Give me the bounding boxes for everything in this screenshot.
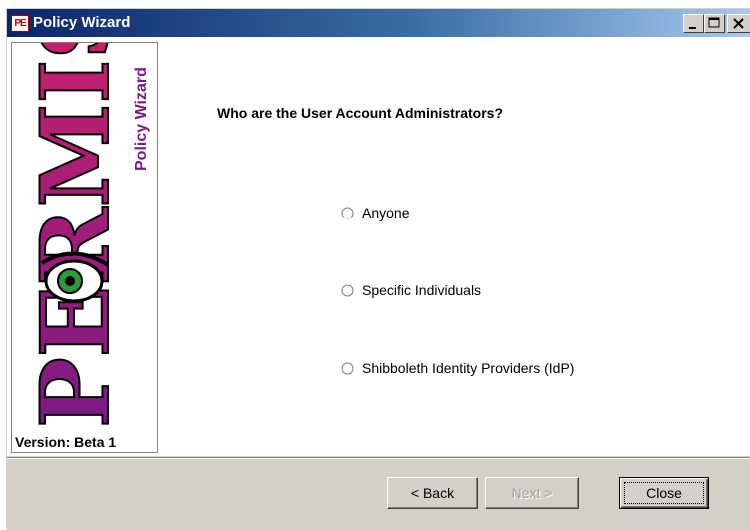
brand-text: PERMIS: [21, 43, 131, 428]
next-button-label: Next >: [511, 485, 553, 501]
option-specific-individuals[interactable]: Specific Individuals: [341, 280, 481, 300]
button-bar: < Back Next > Close: [7, 457, 750, 530]
close-icon: [733, 18, 744, 29]
option-label[interactable]: Shibboleth Identity Providers (IdP): [362, 360, 574, 376]
wizard-content: PERMIS Policy Wizard Version: Beta 1 Who…: [7, 37, 750, 456]
close-window-button[interactable]: [727, 14, 750, 33]
app-icon: PE: [11, 15, 29, 32]
window-title: Policy Wizard: [33, 14, 131, 31]
back-button[interactable]: < Back: [387, 477, 478, 509]
version-label: Version: Beta 1: [15, 434, 117, 450]
option-label[interactable]: Specific Individuals: [362, 282, 481, 298]
option-anyone[interactable]: Anyone: [341, 203, 409, 223]
title-bar[interactable]: PE Policy Wizard: [7, 9, 750, 37]
policy-wizard-window: PE Policy Wizard PERMIS Policy Wizard Ve…: [6, 8, 750, 530]
logo-subtitle: Policy Wizard: [133, 67, 150, 171]
permis-logo-panel: PERMIS Policy Wizard Version: Beta 1: [11, 42, 158, 453]
radio-button[interactable]: [341, 362, 354, 375]
close-button-label: Close: [646, 485, 682, 501]
radio-button[interactable]: [341, 284, 354, 297]
maximize-button[interactable]: [704, 14, 725, 33]
option-shibboleth-idp[interactable]: Shibboleth Identity Providers (IdP): [341, 358, 574, 378]
question-heading: Who are the User Account Administrators?: [217, 105, 504, 121]
minimize-icon: [689, 27, 696, 29]
option-label[interactable]: Anyone: [362, 205, 409, 221]
close-button[interactable]: Close: [619, 477, 709, 509]
next-button[interactable]: Next >: [485, 477, 579, 509]
divider: [7, 458, 750, 459]
radio-button[interactable]: [341, 207, 354, 220]
permis-logo-image: PERMIS Policy Wizard: [20, 43, 150, 429]
back-button-label: < Back: [410, 485, 455, 501]
maximize-icon: [708, 17, 720, 28]
minimize-button[interactable]: [683, 14, 704, 33]
app-icon-text: PE: [14, 18, 26, 29]
